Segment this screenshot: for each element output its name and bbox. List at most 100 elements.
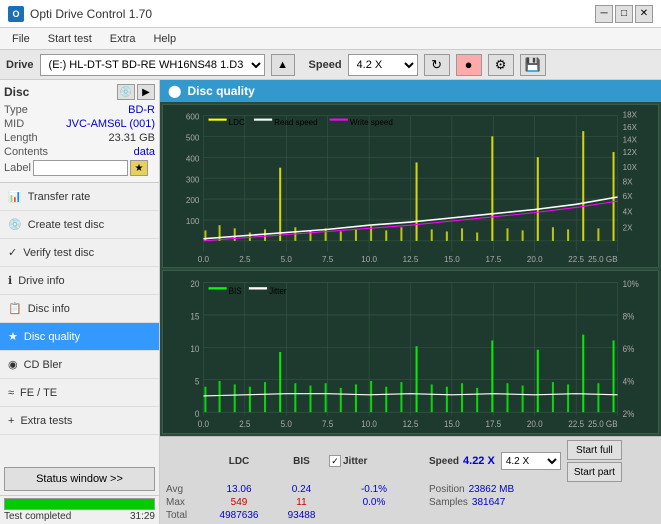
label-label: Label [4,162,31,174]
nav-create-test-disc[interactable]: 💿 Create test disc [0,211,159,239]
stats-max-row: Max 549 11 0.0% Samples 381647 [166,497,655,508]
nav-extra-tests[interactable]: + Extra tests [0,407,159,435]
nav-disc-quality[interactable]: ★ Disc quality [0,323,159,351]
svg-text:10: 10 [190,343,199,354]
menu-extra[interactable]: Extra [102,31,144,47]
extra-tests-icon: + [8,415,14,427]
progress-bar-inner [5,499,154,509]
svg-text:12.5: 12.5 [403,255,419,264]
status-text: Test completed [4,511,71,522]
eject-button[interactable]: ▲ [271,54,295,76]
svg-text:10%: 10% [623,279,639,290]
speed-section: Speed 4.22 X [429,455,495,467]
chart-bis: 20 15 10 5 0 10% 8% 6% 4% 2% 0.0 2.5 5.0… [162,270,659,434]
jitter-checkbox[interactable]: ✓ [329,455,341,467]
transfer-rate-label: Transfer rate [28,191,91,203]
speed-label: Speed [309,59,342,71]
content-area: ⬤ Disc quality [160,80,661,524]
svg-text:25.0 GB: 25.0 GB [588,419,618,430]
max-ldc-val: 549 [204,497,274,508]
svg-text:22.5: 22.5 [568,255,584,264]
verify-test-disc-icon: ✓ [8,246,17,259]
save-button[interactable]: 💾 [520,54,546,76]
svg-text:25.0 GB: 25.0 GB [588,255,618,264]
minimize-button[interactable]: ─ [595,5,613,23]
drive-label: Drive [6,59,34,71]
total-label: Total [166,510,204,521]
menu-help[interactable]: Help [145,31,184,47]
speed-select-stats[interactable]: 4.2 X [501,452,561,470]
svg-text:0.0: 0.0 [198,255,210,264]
menu-start-test[interactable]: Start test [40,31,100,47]
drive-select[interactable]: (E:) HL-DT-ST BD-RE WH16NS48 1.D3 [40,54,265,76]
start-full-button[interactable]: Start full [567,440,622,460]
disc-info-label: Disc info [28,303,70,315]
chart-bis-svg: 20 15 10 5 0 10% 8% 6% 4% 2% 0.0 2.5 5.0… [163,271,658,433]
svg-text:10.0: 10.0 [361,419,377,430]
nav-fe-te[interactable]: ≈ FE / TE [0,379,159,407]
drive-info-label: Drive info [18,275,64,287]
svg-text:7.5: 7.5 [322,255,334,264]
menu-file[interactable]: File [4,31,38,47]
disc-label: Disc [4,85,29,99]
max-label: Max [166,497,204,508]
disc-icon-1[interactable]: 💿 [117,84,135,100]
progress-area: Test completed 31:29 [0,495,159,524]
disc-quality-header-icon: ⬤ [168,84,181,98]
samples-section: Samples 381647 [429,497,505,508]
stats-avg-row: Avg 13.06 0.24 -0.1% Position 23862 MB [166,484,655,495]
svg-text:Write speed: Write speed [350,118,393,127]
svg-text:5.0: 5.0 [281,419,292,430]
svg-text:200: 200 [186,196,200,205]
svg-text:6X: 6X [623,192,633,201]
ldc-col-header: LDC [204,456,274,467]
fe-te-icon: ≈ [8,387,14,399]
position-section: Position 23862 MB [429,484,514,495]
status-window-button[interactable]: Status window >> [4,467,155,491]
svg-text:2.5: 2.5 [239,255,251,264]
svg-text:5.0: 5.0 [281,255,293,264]
contents-label: Contents [4,146,48,158]
create-test-disc-label: Create test disc [28,219,104,231]
svg-text:22.5: 22.5 [568,419,584,430]
svg-text:12.5: 12.5 [403,419,419,430]
nav-disc-info[interactable]: 📋 Disc info [0,295,159,323]
total-ldc-val: 4987636 [204,510,274,521]
svg-text:16X: 16X [623,123,638,132]
speed-select[interactable]: 4.2 X [348,54,418,76]
start-part-button[interactable]: Start part [567,462,622,482]
svg-text:600: 600 [186,113,200,122]
max-bis-val: 11 [274,497,329,508]
speed-col-header: Speed [429,456,459,467]
bis-col-header: BIS [274,456,329,467]
svg-text:17.5: 17.5 [485,255,501,264]
label-apply-button[interactable]: ★ [130,160,148,176]
nav-drive-info[interactable]: ℹ Drive info [0,267,159,295]
label-input[interactable] [33,160,128,176]
mid-label: MID [4,118,24,130]
disc-icon-2[interactable]: ▶ [137,84,155,100]
nav-transfer-rate[interactable]: 📊 Transfer rate [0,183,159,211]
time-text: 31:29 [130,511,155,522]
burn-button[interactable]: ● [456,54,482,76]
drive-bar: Drive (E:) HL-DT-ST BD-RE WH16NS48 1.D3 … [0,50,661,80]
svg-text:8X: 8X [623,177,633,186]
disc-quality-title: Disc quality [187,84,254,98]
title-bar: O Opti Drive Control 1.70 ─ □ ✕ [0,0,661,28]
avg-jitter-val: -0.1% [329,484,419,495]
settings-button[interactable]: ⚙ [488,54,514,76]
svg-text:0.0: 0.0 [198,419,209,430]
speed-display-val: 4.22 X [463,455,495,467]
nav-verify-test-disc[interactable]: ✓ Verify test disc [0,239,159,267]
stats-total-row: Total 4987636 93488 [166,510,655,521]
close-button[interactable]: ✕ [635,5,653,23]
total-bis-val: 93488 [274,510,329,521]
refresh-button[interactable]: ↻ [424,54,450,76]
jitter-col-header: Jitter [343,456,367,467]
stats-bar: LDC BIS ✓ Jitter Speed 4.22 X 4.2 X Star… [160,436,661,524]
cd-bler-label: CD Bler [24,359,63,371]
nav-cd-bler[interactable]: ◉ CD Bler [0,351,159,379]
maximize-button[interactable]: □ [615,5,633,23]
svg-text:2%: 2% [623,408,635,419]
drive-info-icon: ℹ [8,274,12,287]
